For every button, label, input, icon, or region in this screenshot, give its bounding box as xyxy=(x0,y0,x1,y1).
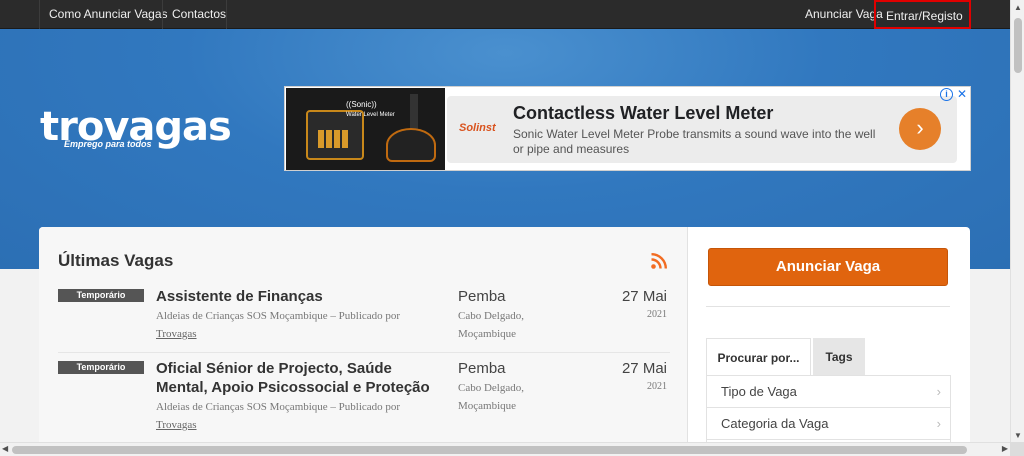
job-type-badge: Temporário xyxy=(58,361,144,374)
job-company-line: Aldeias de Crianças SOS Moçambique – Pub… xyxy=(156,310,401,322)
scroll-right-arrow-icon[interactable]: ▶ xyxy=(1002,444,1008,453)
filter-item-job-category[interactable]: Categoria da Vaga › xyxy=(707,408,950,440)
filter-item-label: Tipo de Vaga xyxy=(721,384,797,399)
ad-arrow-button[interactable]: › xyxy=(899,108,941,150)
ad-close-icon[interactable]: ✕ xyxy=(957,87,967,101)
advertisement-banner[interactable]: ((Sonic)) Water Level Meter Solinst Cont… xyxy=(284,86,971,171)
job-region: Cabo Delgado, Moçambique xyxy=(458,382,524,412)
ad-product-image[interactable]: ((Sonic)) Water Level Meter xyxy=(286,88,445,170)
job-type-badge: Temporário xyxy=(58,289,144,302)
ad-product-sub: Water Level Meter xyxy=(346,112,395,118)
job-title-link[interactable]: Oficial Sénior de Projecto, Saúde Mental… xyxy=(156,359,446,397)
job-region: Cabo Delgado, Moçambique xyxy=(458,310,524,340)
job-date: 27 Mai xyxy=(621,288,667,305)
latest-jobs-panel: Últimas Vagas Temporário Assistente de F… xyxy=(39,227,688,456)
chevron-right-icon: › xyxy=(936,416,941,431)
ad-product-name: ((Sonic)) xyxy=(346,100,377,109)
ad-text-card[interactable]: Solinst Contactless Water Level Meter So… xyxy=(447,96,957,163)
job-date: 27 Mai xyxy=(621,360,667,377)
logo-tagline: Emprego para todos xyxy=(64,139,152,149)
job-city: Pemba xyxy=(458,288,506,305)
sidebar: Anunciar Vaga Procurar por... Tags Tipo … xyxy=(688,227,970,456)
job-publisher-link[interactable]: Trovagas xyxy=(156,419,197,431)
nav-link-contacts[interactable]: Contactos xyxy=(162,0,236,29)
job-year: 2021 xyxy=(647,381,667,392)
vertical-scrollbar[interactable]: ▲ ▼ xyxy=(1010,0,1024,442)
search-tabs: Procurar por... Tags xyxy=(706,338,951,376)
scroll-down-arrow-icon[interactable]: ▼ xyxy=(1014,431,1022,440)
ad-title[interactable]: Contactless Water Level Meter xyxy=(513,103,773,124)
job-publisher-wrap: Trovagas xyxy=(156,325,446,343)
ad-device-probe-cable xyxy=(410,94,418,130)
scrollbar-corner xyxy=(1010,442,1024,456)
main-content-card: Últimas Vagas Temporário Assistente de F… xyxy=(39,227,970,456)
ad-info-icon[interactable]: i xyxy=(940,88,953,101)
scroll-left-arrow-icon[interactable]: ◀ xyxy=(2,444,8,453)
job-city: Pemba xyxy=(458,360,506,377)
nav-separator xyxy=(226,0,227,29)
nav-link-login-register[interactable]: Entrar/Registo xyxy=(874,0,971,29)
job-year: 2021 xyxy=(647,309,667,320)
post-job-button[interactable]: Anunciar Vaga xyxy=(708,248,948,286)
ad-brand-logo: Solinst xyxy=(459,122,496,134)
scroll-up-arrow-icon[interactable]: ▲ xyxy=(1014,3,1022,12)
job-company-line: Aldeias de Crianças SOS Moçambique – Pub… xyxy=(156,401,401,413)
tab-search-by[interactable]: Procurar por... xyxy=(706,338,811,376)
job-publisher-wrap: Trovagas xyxy=(156,416,446,434)
filter-item-job-type[interactable]: Tipo de Vaga › xyxy=(707,376,950,408)
ad-description: Sonic Water Level Meter Probe transmits … xyxy=(513,127,876,156)
site-logo[interactable]: trovagas Emprego para todos xyxy=(40,105,235,155)
job-title-link[interactable]: Assistente de Finanças xyxy=(156,287,446,306)
tab-tags[interactable]: Tags xyxy=(813,338,865,376)
top-navigation-bar: Como Anunciar Vagas Contactos Anunciar V… xyxy=(0,0,1010,29)
job-publisher-link[interactable]: Trovagas xyxy=(156,328,197,340)
nav-link-how-to-post[interactable]: Como Anunciar Vagas xyxy=(39,0,178,29)
filter-item-label: Categoria da Vaga xyxy=(721,416,829,431)
rss-feed-icon[interactable] xyxy=(651,253,667,269)
latest-jobs-heading: Últimas Vagas xyxy=(58,251,174,270)
ad-product-label: ((Sonic)) Water Level Meter xyxy=(346,100,395,118)
chevron-right-icon: › xyxy=(936,384,941,399)
horizontal-scrollbar[interactable]: ◀ ▶ xyxy=(0,442,1010,456)
job-listing-row[interactable]: Temporário Assistente de Finanças Aldeia… xyxy=(58,287,670,353)
vertical-scroll-thumb[interactable] xyxy=(1014,18,1022,73)
ad-device-probe xyxy=(386,128,436,162)
sidebar-divider xyxy=(706,306,950,307)
horizontal-scroll-thumb[interactable] xyxy=(12,446,967,454)
